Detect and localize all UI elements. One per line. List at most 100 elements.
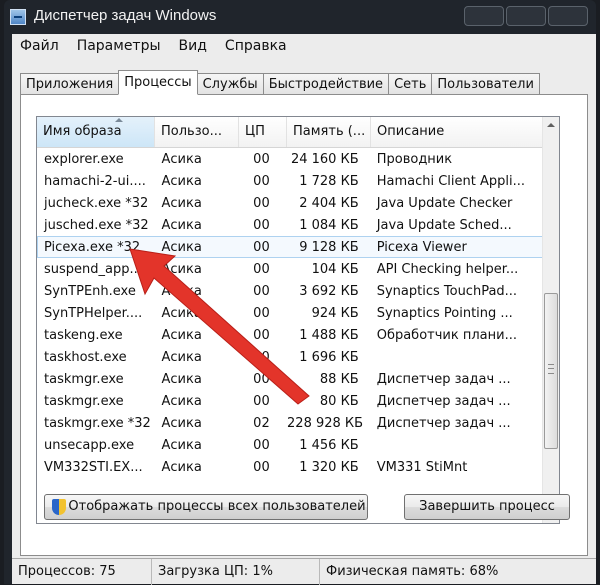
process-name-cell: SynTPEnh.exe: [44, 284, 136, 299]
close-button[interactable]: [548, 6, 588, 26]
menu-file[interactable]: Файл: [20, 38, 59, 54]
process-memory-cell: 3 692 КБ: [299, 284, 359, 299]
table-row[interactable]: hamachi-2-ui.... Асика 00 1 728 КБ Hamachi C…: [37, 170, 543, 192]
process-name-cell: suspend_app...: [44, 262, 142, 277]
process-cpu-cell: 02: [253, 416, 270, 431]
menu-options[interactable]: Параметры: [77, 38, 161, 54]
process-cpu-cell: 00: [253, 350, 270, 365]
table-row[interactable]: jucheck.exe *32 Асика 00 2 404 КБ Java Updat…: [37, 192, 543, 214]
process-list[interactable]: Имя образа Пользо... ЦП Память (... Опис…: [36, 116, 560, 524]
process-memory-cell: 88 КБ: [319, 372, 359, 387]
process-user-cell: Асика: [161, 196, 202, 211]
task-manager-app-icon: [10, 9, 26, 25]
column-cpu[interactable]: ЦП: [239, 117, 287, 147]
table-row[interactable]: taskhost.exe Асика 00 1 696 КБ: [37, 346, 543, 368]
process-description-cell: Диспетчер задач ...: [376, 394, 511, 409]
maximize-button[interactable]: [506, 6, 546, 26]
process-description-cell: Обработчик плани...: [376, 328, 517, 343]
table-row[interactable]: SynTPHelper.... Асика 00 924 КБ Synaptics Po…: [37, 302, 543, 324]
process-cpu-cell: 00: [253, 438, 270, 453]
process-memory-cell: 2 404 КБ: [299, 196, 359, 211]
process-description-cell: Диспетчер задач ...: [376, 416, 511, 431]
process-cpu-cell: 00: [253, 240, 270, 255]
table-row[interactable]: Picexa.exe *32 Асика 00 9 128 КБ Picexa View…: [37, 236, 543, 258]
process-user-cell: Асика: [161, 328, 202, 343]
table-row[interactable]: taskeng.exe Асика 00 1 488 КБ Обработчик пла…: [37, 324, 543, 346]
process-name-cell: unsecapp.exe: [44, 438, 135, 453]
process-name-cell: taskhost.exe: [44, 350, 127, 365]
table-row[interactable]: explorer.exe Асика 00 24 160 КБ Проводник: [37, 148, 543, 170]
table-row[interactable]: VM332STI.EX... Асика 00 1 320 КБ VM331 StiMn…: [37, 456, 543, 478]
column-description[interactable]: Описание: [371, 117, 543, 147]
scrollbar-thumb[interactable]: [544, 293, 558, 449]
process-name-cell: explorer.exe: [44, 152, 124, 167]
column-image-name-label: Имя образа: [43, 124, 122, 139]
end-process-button[interactable]: Завершить процесс: [404, 494, 570, 520]
process-memory-cell: 24 160 КБ: [290, 152, 359, 167]
process-cpu-cell: 00: [253, 218, 270, 233]
grip-icon: [548, 364, 554, 374]
process-user-cell: Асика: [161, 460, 202, 475]
process-user-cell: Асика: [161, 306, 202, 321]
process-cpu-cell: 00: [253, 394, 270, 409]
table-row[interactable]: jusched.exe *32 Асика 00 1 084 КБ Java Updat…: [37, 214, 543, 236]
process-user-cell: Асика: [161, 218, 202, 233]
process-description-cell: Synaptics Pointing ...: [376, 306, 513, 321]
table-row[interactable]: taskmgr.exe Асика 00 88 КБ Диспетчер задач .…: [37, 368, 543, 390]
tab-applications[interactable]: Приложения: [20, 73, 120, 94]
tab-processes[interactable]: Процессы: [118, 70, 198, 95]
process-cpu-cell: 00: [253, 152, 270, 167]
process-memory-cell: 1 084 КБ: [299, 218, 359, 233]
process-cpu-cell: 00: [253, 284, 270, 299]
process-cpu-cell: 00: [253, 328, 270, 343]
table-row[interactable]: suspend_app... Асика 00 104 КБ API Checking …: [37, 258, 543, 280]
scroll-up-button[interactable]: [543, 117, 559, 134]
tab-performance[interactable]: Быстродействие: [262, 73, 390, 94]
minimize-button[interactable]: [464, 6, 504, 26]
process-description-cell: Java Update Checker: [376, 196, 513, 211]
process-name-cell: Picexa.exe *32: [44, 240, 141, 255]
tab-services[interactable]: Службы: [196, 73, 264, 94]
process-user-cell: Асика: [161, 262, 202, 277]
menu-view[interactable]: Вид: [179, 38, 207, 54]
status-processes: Процессов: 75: [12, 559, 152, 585]
process-user-cell: Асика: [161, 372, 202, 387]
process-memory-cell: 1 456 КБ: [299, 438, 359, 453]
process-user-cell: Асика: [161, 438, 202, 453]
show-all-users-button[interactable]: Отображать процессы всех пользователей: [44, 494, 368, 520]
tab-network[interactable]: Сеть: [388, 73, 433, 94]
process-description-cell: Диспетчер задач ...: [376, 372, 511, 387]
process-description-cell: Проводник: [376, 152, 453, 167]
column-user[interactable]: Пользо...: [155, 117, 239, 147]
process-name-cell: jusched.exe *32: [44, 218, 149, 233]
table-row[interactable]: SynTPEnh.exe Асика 00 3 692 КБ Synaptics Tou…: [37, 280, 543, 302]
process-user-cell: Асика: [161, 284, 202, 299]
process-cpu-cell: 00: [253, 262, 270, 277]
process-memory-cell: 1 320 КБ: [299, 460, 359, 475]
process-description-cell: Hamachi Client Appli...: [376, 174, 526, 189]
table-row[interactable]: taskmgr.exe *32 Асика 02 228 928 КБ Диспетче…: [37, 412, 543, 434]
process-name-cell: jucheck.exe *32: [44, 196, 149, 211]
process-name-cell: taskmgr.exe *32: [44, 416, 151, 431]
table-row[interactable]: taskmgr.exe Асика 00 80 КБ Диспетчер задач .…: [37, 390, 543, 412]
tab-users[interactable]: Пользователи: [431, 73, 540, 94]
process-cpu-cell: 00: [253, 196, 270, 211]
client-area: Файл Параметры Вид Справка Приложения Пр…: [12, 34, 596, 585]
show-all-users-label: Отображать процессы всех пользователей: [68, 499, 366, 514]
process-cpu-cell: 00: [253, 460, 270, 475]
table-row[interactable]: unsecapp.exe Асика 00 1 456 КБ: [37, 434, 543, 456]
column-image-name[interactable]: Имя образа: [37, 117, 155, 147]
process-memory-cell: 104 КБ: [311, 262, 359, 277]
process-name-cell: taskmgr.exe: [44, 394, 124, 409]
vertical-scrollbar[interactable]: [542, 117, 559, 523]
process-description-cell: [371, 435, 542, 455]
process-user-cell: Асика: [161, 152, 202, 167]
status-cpu: Загрузка ЦП: 1%: [152, 559, 320, 585]
scroll-up-icon: [547, 123, 555, 127]
process-description-cell: API Checking helper...: [376, 262, 519, 277]
title-bar[interactable]: Диспетчер задач Windows: [4, 0, 596, 34]
process-name-cell: taskeng.exe: [44, 328, 123, 343]
menu-help[interactable]: Справка: [225, 38, 287, 54]
process-name-cell: VM332STI.EX...: [44, 460, 143, 475]
column-memory[interactable]: Память (...: [287, 117, 371, 147]
